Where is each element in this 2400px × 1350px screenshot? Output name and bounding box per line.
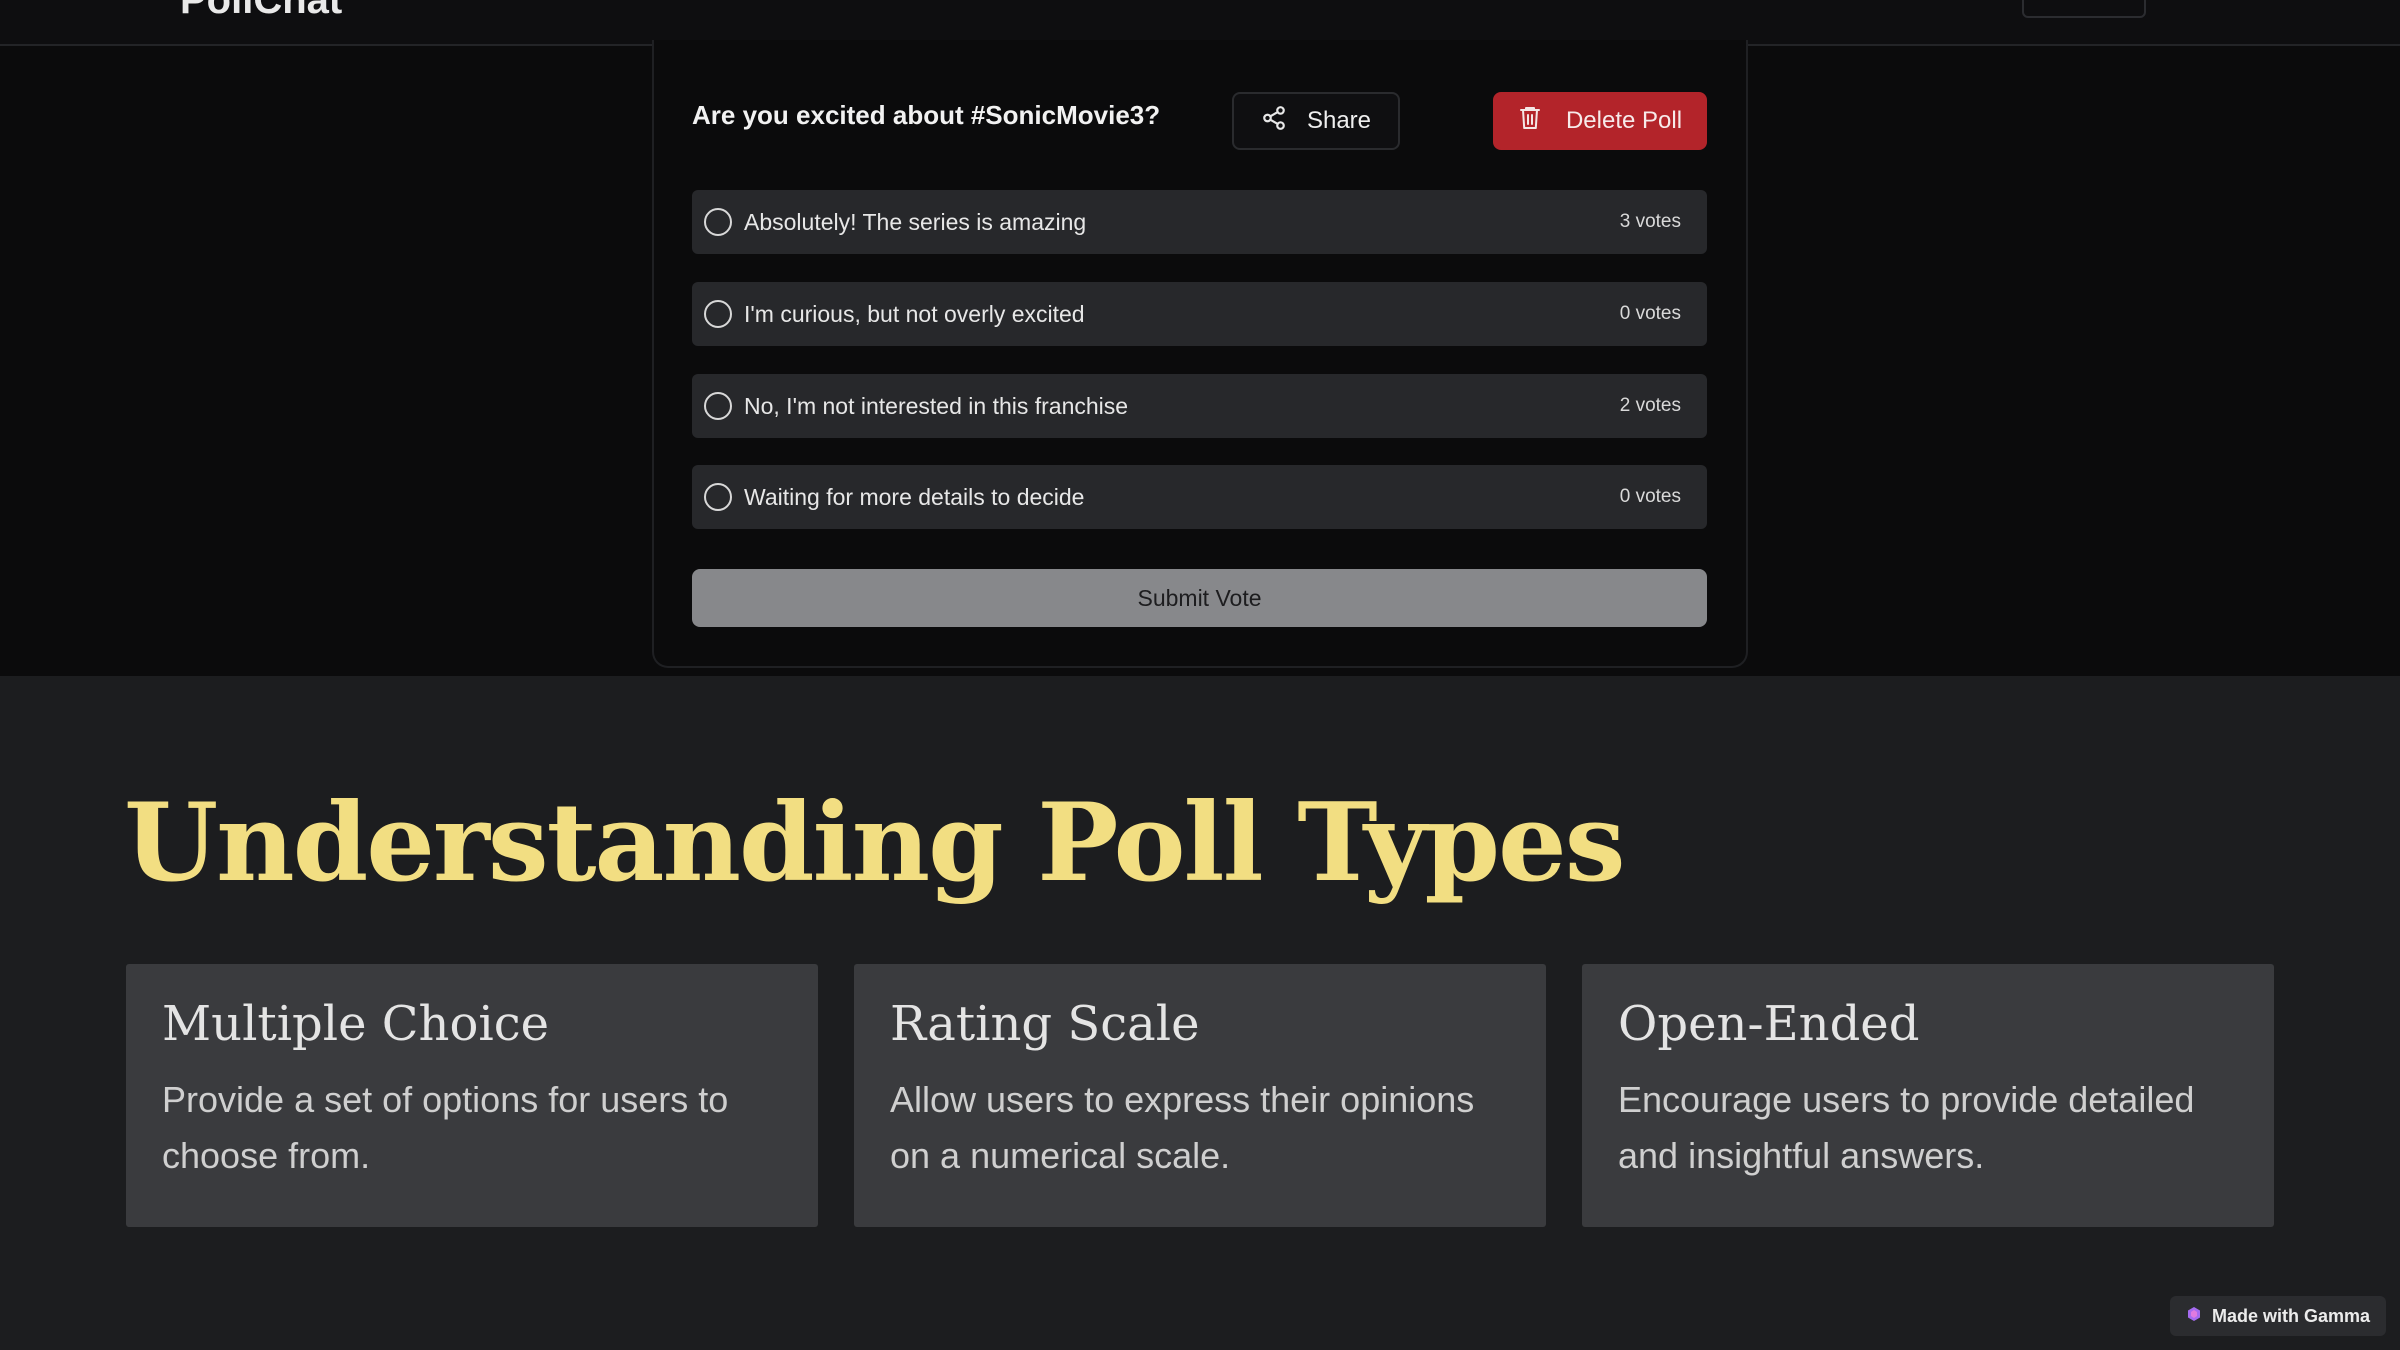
radio-button[interactable] <box>704 392 732 420</box>
share-label: Share <box>1306 107 1372 134</box>
poll-question: Are you excited about #SonicMovie3? <box>692 100 1161 130</box>
card-description: Provide a set of options for users to ch… <box>162 1079 729 1176</box>
option-votes: 2 votes <box>1619 395 1681 416</box>
section-title: Understanding Poll Types <box>124 780 1625 906</box>
option-label: Absolutely! The series is amazing <box>744 208 1087 235</box>
poll-option[interactable]: No, I'm not interested in this franchise… <box>692 374 1707 438</box>
radio-button[interactable] <box>704 300 732 328</box>
card-title: Multiple Choice <box>162 996 549 1052</box>
option-votes: 0 votes <box>1619 486 1681 507</box>
option-label: Waiting for more details to decide <box>744 483 1085 510</box>
delete-poll-button[interactable]: Delete Poll <box>1493 92 1707 150</box>
share-icon <box>1261 105 1287 138</box>
trash-icon <box>1518 105 1542 138</box>
card-title: Open-Ended <box>1618 996 1920 1052</box>
delete-poll-label: Delete Poll <box>1565 107 1683 134</box>
poll-type-card: Rating Scale Allow users to express thei… <box>854 964 1546 1227</box>
made-with-gamma-badge[interactable]: Made with Gamma <box>2170 1296 2386 1336</box>
option-votes: 0 votes <box>1619 303 1681 324</box>
card-title: Rating Scale <box>890 996 1200 1052</box>
radio-button[interactable] <box>704 208 732 236</box>
nav-button[interactable] <box>2022 0 2146 18</box>
option-votes: 3 votes <box>1619 211 1681 232</box>
gamma-logo-icon <box>2186 1306 2202 1327</box>
radio-button[interactable] <box>704 483 732 511</box>
share-button[interactable]: Share <box>1232 92 1400 150</box>
poll-option[interactable]: Waiting for more details to decide 0 vot… <box>692 465 1707 529</box>
option-label: No, I'm not interested in this franchise <box>744 392 1129 419</box>
nav-logo[interactable]: PollChat <box>180 0 342 23</box>
badge-label: Made with Gamma <box>2211 1305 2371 1326</box>
poll-option[interactable]: Absolutely! The series is amazing 3 vote… <box>692 190 1707 254</box>
poll-option[interactable]: I'm curious, but not overly excited 0 vo… <box>692 282 1707 346</box>
option-label: I'm curious, but not overly excited <box>744 300 1085 327</box>
poll-type-card: Open-Ended Encourage users to provide de… <box>1582 964 2274 1227</box>
card-description: Allow users to express their opinions on… <box>890 1079 1475 1176</box>
submit-vote-button[interactable]: Submit Vote <box>692 569 1707 627</box>
card-description: Encourage users to provide detailed and … <box>1618 1079 2195 1176</box>
poll-type-card: Multiple Choice Provide a set of options… <box>126 964 818 1227</box>
